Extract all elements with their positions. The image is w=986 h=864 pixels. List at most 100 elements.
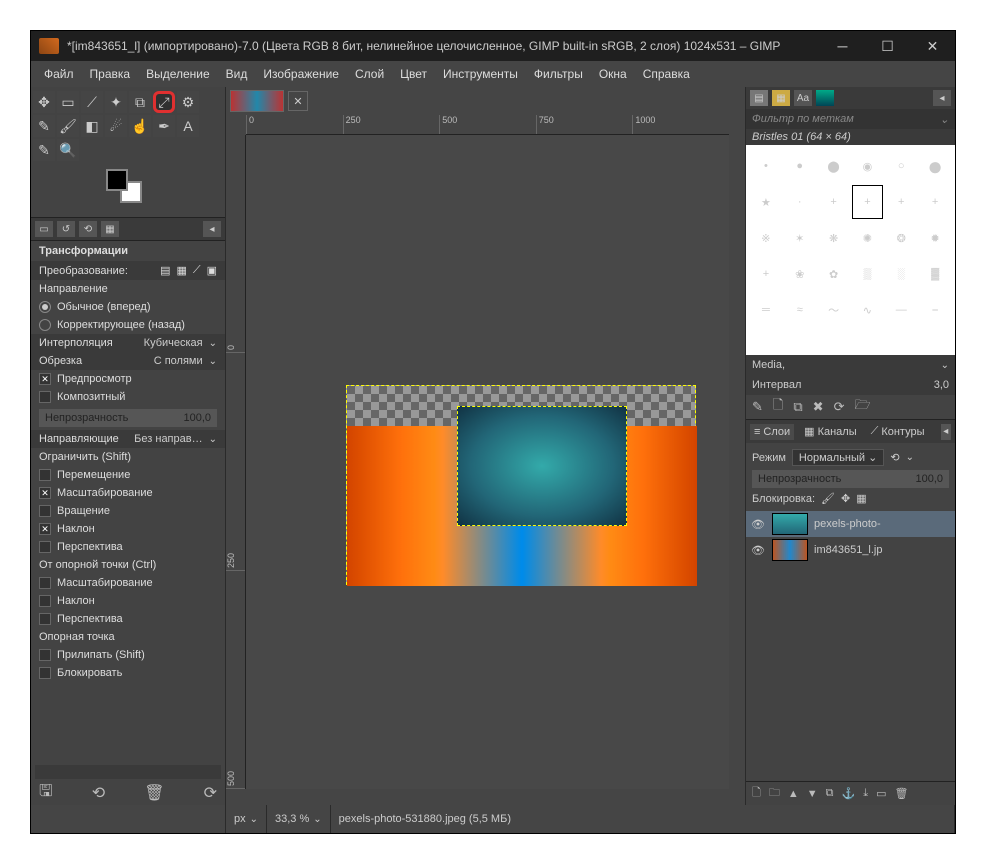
mode-reset-icon[interactable]: ⟲ [890, 451, 899, 464]
duplicate-brush-icon[interactable]: ⧉ [793, 399, 802, 415]
dock-menu-right[interactable]: ◂ [933, 90, 951, 106]
path-tool[interactable]: ✒ [153, 115, 175, 137]
visibility-icon[interactable]: 👁 [750, 544, 766, 557]
edit-brush-icon[interactable]: ✎ [752, 399, 763, 415]
new-brush-icon[interactable]: 🗋 [773, 396, 783, 418]
mask-layer-icon[interactable]: ▭ [876, 787, 886, 800]
patterns-tab[interactable]: ▦ [772, 90, 790, 106]
dock-tab-tooloptions[interactable]: ▭ [35, 221, 53, 237]
open-brush-icon[interactable]: 🗁 [854, 396, 870, 418]
layer-item[interactable]: 👁 im843651_l.jp [746, 537, 955, 563]
text-tool[interactable]: A [177, 115, 199, 137]
fuzzy-select-tool[interactable]: ✦ [105, 91, 127, 113]
menu-tools[interactable]: Инструменты [436, 64, 525, 84]
menu-edit[interactable]: Правка [83, 64, 138, 84]
smudge-tool[interactable]: ☝ [129, 115, 151, 137]
menu-windows[interactable]: Окна [592, 64, 634, 84]
menu-view[interactable]: Вид [219, 64, 255, 84]
rect-select-tool[interactable]: ▭ [57, 91, 79, 113]
merge-layer-icon[interactable]: ⤓ [863, 787, 868, 800]
constrain-perspective-check[interactable] [39, 541, 51, 553]
dock-tab-undo[interactable]: ⟲ [79, 221, 97, 237]
clone-tool[interactable]: ☄ [105, 115, 127, 137]
preview-check[interactable] [39, 373, 51, 385]
menu-select[interactable]: Выделение [139, 64, 217, 84]
zoom-select[interactable]: 33,3 % [275, 813, 309, 825]
crop-tool[interactable]: ⧉ [129, 91, 151, 113]
maximize-button[interactable]: ☐ [865, 31, 910, 61]
reset-preset-icon[interactable]: ⟳ [204, 783, 217, 803]
snap-check[interactable] [39, 649, 51, 661]
new-group-icon[interactable]: 🗀 [769, 784, 780, 803]
brush-filter[interactable]: Фильтр по меткам⌄ [746, 109, 955, 129]
pivot-scale-check[interactable] [39, 577, 51, 589]
unit-select[interactable]: px [234, 813, 246, 825]
layer-opacity-slider[interactable]: Непрозрачность100,0 [752, 470, 949, 488]
close-button[interactable]: ✕ [910, 31, 955, 61]
new-layer-icon[interactable]: 🗋 [752, 784, 761, 803]
fonts-tab[interactable]: Aa [794, 90, 812, 106]
composite-check[interactable] [39, 391, 51, 403]
minimize-button[interactable]: ─ [820, 31, 865, 61]
color-swatch[interactable] [98, 167, 158, 207]
layers-dock-menu[interactable]: ◂ [941, 424, 952, 440]
close-tab-button[interactable]: ✕ [288, 91, 308, 111]
eraser-tool[interactable]: ◧ [81, 115, 103, 137]
layer-item[interactable]: 👁 pexels-photo- [746, 511, 955, 537]
canvas[interactable] [346, 385, 696, 585]
save-preset-icon[interactable]: 🖫 [39, 780, 53, 807]
chevron-down-icon[interactable]: ⌄ [209, 434, 217, 445]
constrain-shear-check[interactable] [39, 523, 51, 535]
delete-layer-icon[interactable]: 🗑 [894, 787, 908, 800]
menu-help[interactable]: Справка [636, 64, 697, 84]
chevron-down-icon[interactable]: ⌄ [209, 356, 217, 367]
pivot-shear-check[interactable] [39, 595, 51, 607]
dock-tab-device[interactable]: ↺ [57, 221, 75, 237]
delete-preset-icon[interactable]: 🗑 [144, 783, 164, 803]
free-select-tool[interactable]: ⟋ [81, 91, 103, 113]
dock-menu[interactable]: ◂ [203, 221, 221, 237]
brushes-tab[interactable]: ▤ [750, 90, 768, 106]
menu-filters[interactable]: Фильтры [527, 64, 590, 84]
menu-file[interactable]: Файл [37, 64, 81, 84]
dock-tab-images[interactable]: ▦ [101, 221, 119, 237]
delete-brush-icon[interactable]: ✖ [813, 399, 824, 415]
layer-list[interactable]: 👁 pexels-photo- 👁 im843651_l.jp [746, 511, 955, 781]
menu-color[interactable]: Цвет [393, 64, 434, 84]
refresh-brush-icon[interactable]: ⟳ [834, 399, 845, 415]
color-picker-tool[interactable]: ✎ [33, 139, 55, 161]
blend-mode-select[interactable]: Нормальный ⌄ [792, 449, 884, 466]
paths-tab[interactable]: ⟋ Контуры [867, 423, 929, 440]
transform-target-selection[interactable]: ▦ [176, 264, 186, 277]
direction-corrective-radio[interactable] [39, 319, 51, 331]
image-tab[interactable] [230, 90, 284, 112]
lock-pixels-icon[interactable]: 🖌 [821, 492, 835, 505]
direction-normal-radio[interactable] [39, 301, 51, 313]
transform-target-layer[interactable]: ▤ [160, 264, 170, 277]
layers-tab[interactable]: ≡ Слои [750, 424, 794, 440]
channels-tab[interactable]: ▦ Каналы [800, 423, 860, 440]
warp-tool[interactable]: ✎ [33, 115, 55, 137]
menu-layer[interactable]: Слой [348, 64, 391, 84]
constrain-scale-check[interactable] [39, 487, 51, 499]
opacity-slider[interactable]: Непрозрачность100,0 [39, 409, 217, 427]
move-tool[interactable]: ✥ [33, 91, 55, 113]
unified-transform-tool[interactable]: ⤢ [153, 91, 175, 113]
layer-selection[interactable] [457, 406, 627, 526]
gradients-tab[interactable] [816, 90, 834, 106]
canvas-viewport[interactable] [246, 135, 729, 789]
constrain-rotate-check[interactable] [39, 505, 51, 517]
menu-image[interactable]: Изображение [256, 64, 346, 84]
lock-position-icon[interactable]: ✥ [841, 492, 850, 505]
visibility-icon[interactable]: 👁 [750, 518, 766, 531]
chevron-down-icon[interactable]: ⌄ [209, 338, 217, 349]
brush-preset-select[interactable]: Media, [752, 359, 785, 371]
transform-target-image[interactable]: ▣ [207, 264, 217, 277]
brush-tool[interactable]: 🖌 [57, 115, 79, 137]
interpolation-value[interactable]: Кубическая [144, 337, 203, 349]
restore-preset-icon[interactable]: ⟲ [92, 783, 105, 803]
lower-layer-icon[interactable]: ▼ [807, 788, 818, 800]
zoom-tool[interactable]: 🔍 [57, 139, 79, 161]
constrain-move-check[interactable] [39, 469, 51, 481]
crop-value[interactable]: С полями [154, 355, 203, 367]
